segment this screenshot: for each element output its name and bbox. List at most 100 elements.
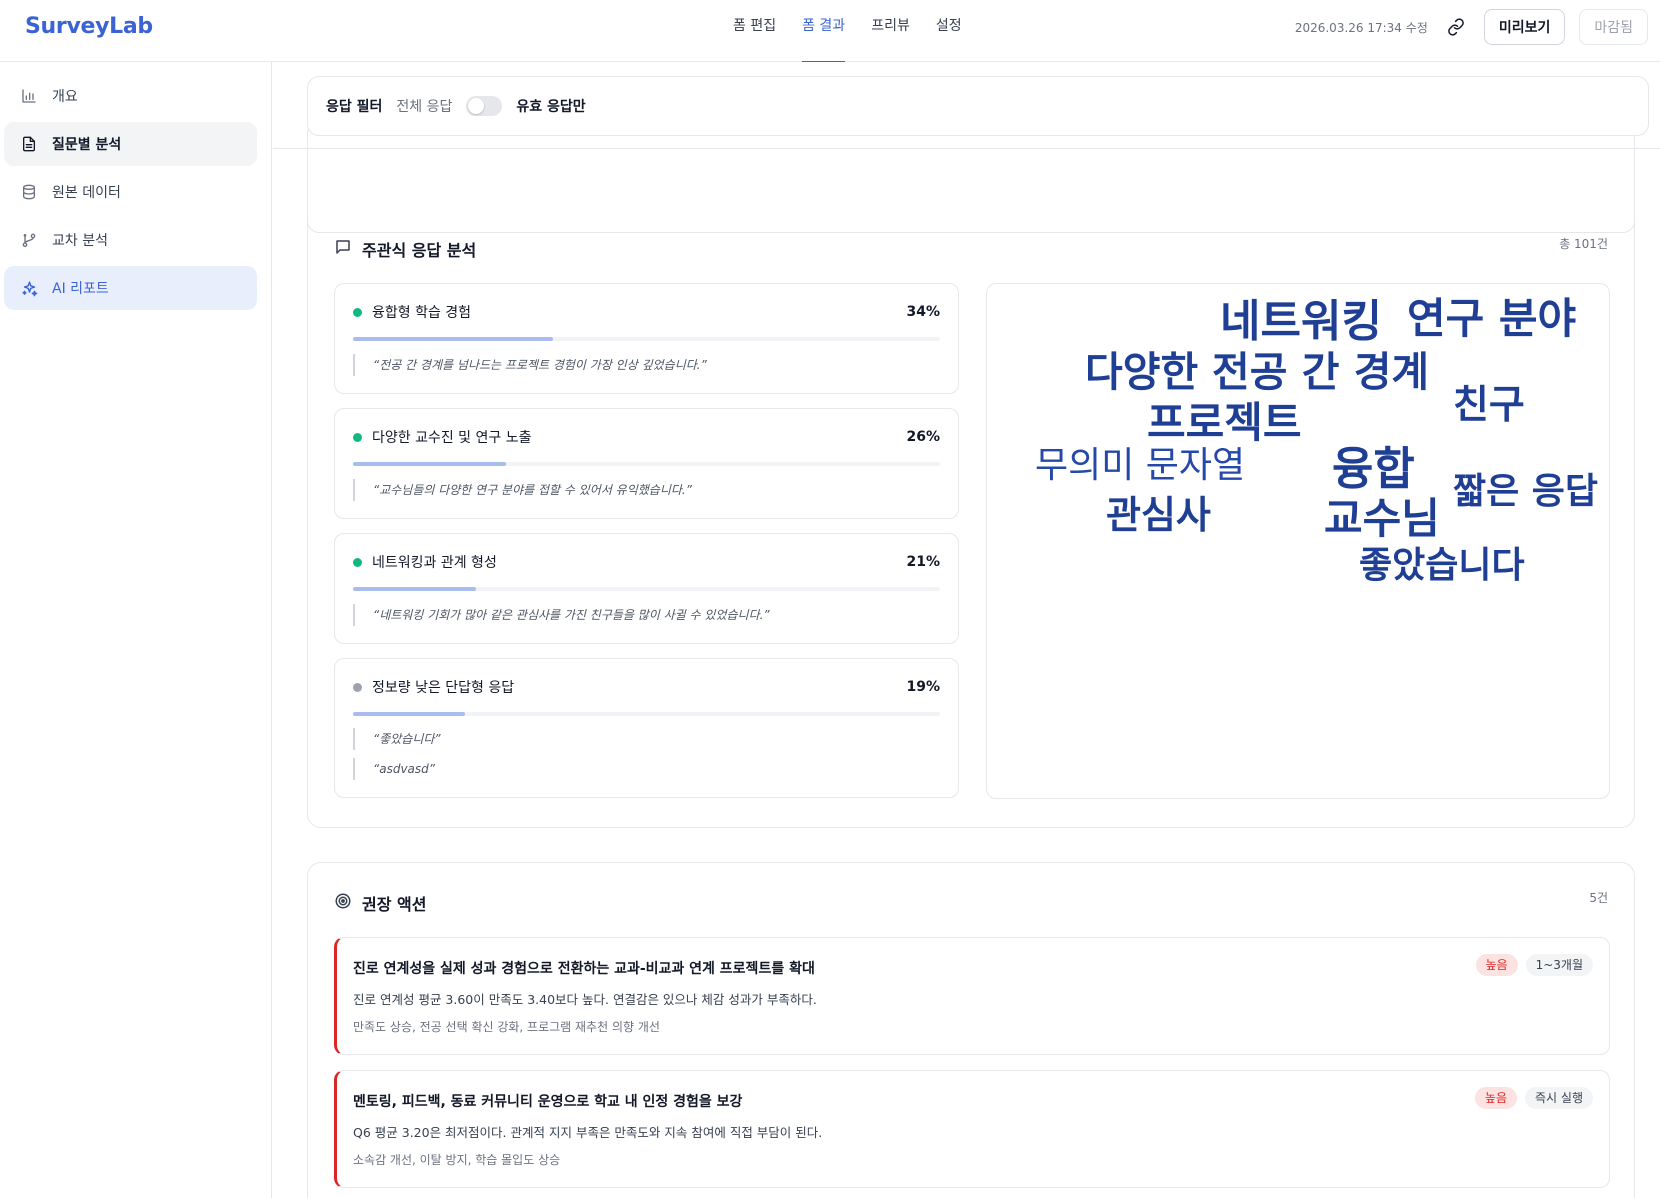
tab-settings[interactable]: 설정 — [923, 0, 975, 62]
word-cloud-word: 좋았습니다 — [1359, 545, 1525, 586]
action-item[interactable]: 진로 연계성을 실제 성과 경험으로 전환하는 교과-비교과 연계 프로젝트를 … — [334, 937, 1610, 1055]
divider — [273, 148, 1660, 149]
sidebar-item-raw-data[interactable]: 원본 데이터 — [4, 170, 257, 214]
preview-button[interactable]: 미리보기 — [1483, 9, 1566, 45]
action-description: 진로 연계성 평균 3.60이 만족도 3.40보다 높다. 연결감은 있으나 … — [353, 992, 817, 1007]
app-logo[interactable]: SurveyLab — [25, 14, 153, 39]
sidebar-item-label: AI 리포트 — [52, 281, 109, 297]
tab-preview[interactable]: 프리뷰 — [858, 0, 923, 62]
theme-name-wrap: 정보량 낮은 단답형 응답 — [353, 677, 514, 697]
header-actions: 2026.03.26 17:34 수정 미리보기 마감됨 — [1295, 9, 1648, 45]
open-ended-title: 주관식 응답 분석 — [362, 241, 477, 260]
theme-name: 융합형 학습 경험 — [372, 305, 472, 321]
sparkle-icon — [20, 279, 38, 297]
branch-icon — [20, 231, 38, 249]
database-icon — [20, 183, 38, 201]
theme-percent: 34% — [906, 304, 940, 320]
theme-card: 다양한 교수진 및 연구 노출 26% “교수님들의 다양한 연구 분야를 접할… — [334, 408, 959, 519]
main-content[interactable]: 응답 필터 전체 응답 유효 응답만 주관식 응답 분석 총 101건 융합형 … — [273, 62, 1660, 1198]
main-nav: 폼 편집 폼 결과 프리뷰 설정 — [720, 0, 975, 63]
theme-quote: “네트워킹 기회가 많아 같은 관심사를 가진 친구들을 많이 사귈 수 있었습… — [353, 604, 770, 626]
card-title: 권장 액션 — [334, 891, 426, 915]
sidebar-item-question-analysis[interactable]: 질문별 분석 — [4, 122, 257, 166]
theme-name: 정보량 낮은 단답형 응답 — [372, 680, 515, 696]
theme-bar — [353, 712, 940, 716]
theme-bar-fill — [353, 462, 506, 466]
word-cloud-word: 연구 분야 — [1407, 294, 1577, 343]
sidebar: 개요 질문별 분석 원본 데이터 교차 분석 AI 리포트 — [0, 62, 272, 1198]
theme-name-wrap: 네트워킹과 관계 형성 — [353, 552, 497, 572]
previous-card — [307, 122, 1635, 233]
word-cloud: 네트워킹 연구 분야 다양한 전공 간 경계 친구 프로젝트 무의미 문자열 융… — [986, 283, 1610, 799]
response-count: 총 101건 — [1559, 237, 1608, 251]
valid-only-toggle[interactable] — [466, 96, 503, 116]
word-cloud-word: 융합 — [1332, 442, 1415, 495]
sidebar-item-ai-report[interactable]: AI 리포트 — [4, 266, 257, 310]
filter-all-responses[interactable]: 전체 응답 — [396, 96, 452, 116]
toggle-knob — [468, 98, 485, 114]
theme-percent: 26% — [906, 429, 940, 445]
message-icon — [334, 238, 352, 260]
sidebar-item-label: 원본 데이터 — [52, 185, 121, 201]
word-cloud-word: 교수님 — [1324, 494, 1440, 543]
theme-header: 다양한 교수진 및 연구 노출 26% — [353, 427, 940, 447]
theme-quote: “asdvasd” — [353, 758, 435, 780]
sidebar-item-overview[interactable]: 개요 — [4, 74, 257, 118]
word-cloud-word: 다양한 — [1085, 348, 1199, 396]
action-tags: 높음 즉시 실행 — [1474, 1087, 1593, 1109]
word-cloud-word: 네트워킹 — [1220, 296, 1382, 347]
status-dot — [353, 557, 362, 567]
theme-bar — [353, 462, 940, 466]
status-dot — [353, 307, 362, 317]
word-cloud-word: 친구 — [1453, 383, 1525, 428]
action-effect: 만족도 상승, 전공 선택 확신 강화, 프로그램 재추천 의향 개선 — [353, 1020, 660, 1034]
tab-form-results[interactable]: 폼 결과 — [789, 0, 858, 63]
sidebar-item-label: 개요 — [52, 89, 78, 105]
action-title: 멘토링, 피드백, 동료 커뮤니티 운영으로 학교 내 인정 경험을 보강 — [353, 1094, 743, 1110]
status-dot — [353, 432, 362, 442]
filter-valid-only[interactable]: 유효 응답만 — [516, 96, 585, 116]
theme-bar — [353, 337, 940, 341]
theme-name: 네트워킹과 관계 형성 — [372, 555, 497, 571]
word-cloud-word: 관심사 — [1106, 493, 1211, 537]
closed-button[interactable]: 마감됨 — [1579, 9, 1648, 45]
sidebar-item-cross-analysis[interactable]: 교차 분석 — [4, 218, 257, 262]
tab-form-edit[interactable]: 폼 편집 — [720, 0, 789, 62]
sidebar-item-label: 질문별 분석 — [52, 137, 122, 153]
theme-bar — [353, 587, 940, 591]
theme-bar-fill — [353, 587, 477, 591]
link-icon[interactable] — [1442, 13, 1470, 41]
recommended-actions-card: 권장 액션 5건 진로 연계성을 실제 성과 경험으로 전환하는 교과-비교과 … — [307, 862, 1635, 1198]
action-item[interactable]: 멘토링, 피드백, 동료 커뮤니티 운영으로 학교 내 인정 경험을 보강 Q6… — [334, 1070, 1610, 1188]
theme-header: 정보량 낮은 단답형 응답 19% — [353, 677, 940, 697]
theme-name-wrap: 융합형 학습 경험 — [353, 302, 471, 322]
timeline-badge: 1~3개월 — [1525, 954, 1593, 976]
target-icon — [334, 892, 352, 914]
theme-quote: “전공 간 경계를 넘나드는 프로젝트 경험이 가장 인상 깊었습니다.” — [353, 354, 707, 376]
action-tags: 높음 1~3개월 — [1475, 954, 1593, 976]
theme-card: 융합형 학습 경험 34% “전공 간 경계를 넘나드는 프로젝트 경험이 가장… — [334, 283, 959, 394]
status-dot — [353, 682, 362, 692]
theme-quote: “좋았습니다” — [353, 728, 441, 750]
theme-bar-fill — [353, 337, 553, 341]
response-filter-bar: 응답 필터 전체 응답 유효 응답만 — [307, 76, 1649, 136]
open-ended-analysis-card: 주관식 응답 분석 총 101건 융합형 학습 경험 34% “전공 간 경계를… — [307, 208, 1635, 828]
modified-timestamp: 2026.03.26 17:34 수정 — [1294, 20, 1428, 35]
theme-card: 정보량 낮은 단답형 응답 19% “좋았습니다” “asdvasd” — [334, 658, 959, 798]
card-title: 주관식 응답 분석 — [334, 237, 476, 261]
actions-count: 5건 — [1589, 891, 1608, 905]
theme-header: 융합형 학습 경험 34% — [353, 302, 940, 322]
word-cloud-word: 전공 간 경계 — [1212, 348, 1430, 396]
filter-label: 응답 필터 — [326, 99, 383, 115]
document-icon — [20, 135, 38, 153]
action-description: Q6 평균 3.20은 최저점이다. 관계적 지지 부족은 만족도와 지속 참여… — [353, 1125, 823, 1140]
priority-badge: 높음 — [1474, 1087, 1518, 1109]
theme-name-wrap: 다양한 교수진 및 연구 노출 — [353, 427, 531, 447]
actions-title: 권장 액션 — [362, 895, 427, 914]
action-title: 진로 연계성을 실제 성과 경험으로 전환하는 교과-비교과 연계 프로젝트를 … — [353, 961, 815, 977]
word-cloud-word: 짧은 응답 — [1453, 471, 1599, 512]
theme-percent: 21% — [906, 554, 940, 570]
sidebar-item-label: 교차 분석 — [52, 233, 108, 249]
top-header: SurveyLab 폼 편집 폼 결과 프리뷰 설정 2026.03.26 17… — [0, 0, 1660, 63]
word-cloud-word: 무의미 문자열 — [1035, 445, 1246, 486]
